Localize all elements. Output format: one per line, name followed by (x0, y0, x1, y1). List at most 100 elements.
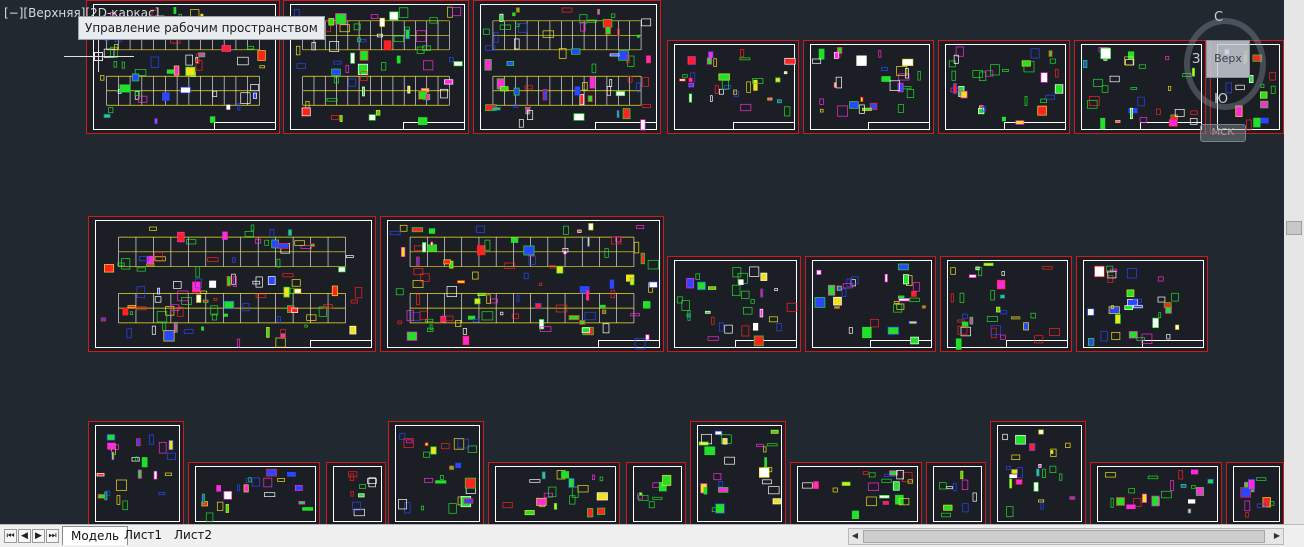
detail-mark (1157, 276, 1164, 282)
viewcube-top-face[interactable]: Верх (1206, 40, 1250, 78)
detail-mark (151, 325, 156, 335)
detail-mark (455, 462, 462, 468)
viewcube[interactable]: С Ю З Верх МСК (1180, 10, 1266, 142)
detail-mark (1100, 117, 1106, 130)
detail-mark (455, 320, 462, 327)
next-icon[interactable]: ▶ (32, 529, 45, 543)
detail-mark (1049, 465, 1057, 473)
detail-mark (524, 85, 533, 90)
scroll-left-icon[interactable]: ◀ (849, 529, 861, 542)
detail-mark (827, 284, 836, 296)
detail-mark (1029, 443, 1036, 452)
sheet-content (398, 433, 478, 514)
detail-mark (502, 502, 513, 509)
detail-mark (150, 56, 160, 68)
detail-mark (166, 452, 176, 460)
detail-mark (201, 326, 204, 331)
detail-mark (962, 503, 969, 513)
drawing-sheet (626, 462, 686, 524)
detail-mark (276, 258, 281, 268)
detail-mark (741, 290, 750, 299)
detail-mark (146, 255, 154, 264)
detail-mark (722, 438, 728, 445)
detail-mark (380, 62, 387, 71)
detail-mark (645, 334, 650, 341)
vertical-scrollbar[interactable] (1284, 0, 1304, 524)
detail-mark (990, 327, 997, 339)
detail-mark (563, 250, 567, 255)
detail-mark (946, 486, 953, 490)
detail-mark (291, 279, 301, 287)
tab-sheet2[interactable]: Лист2 (166, 526, 220, 544)
detail-mark (1023, 322, 1029, 331)
tab-sheet1[interactable]: Лист1 (116, 526, 170, 544)
detail-mark (177, 290, 189, 302)
detail-mark (294, 288, 302, 294)
detail-mark (1187, 499, 1196, 504)
horizontal-scroll-thumb[interactable] (863, 530, 1265, 543)
detail-mark (255, 276, 263, 288)
detail-mark (116, 495, 121, 505)
detail-mark (368, 114, 376, 121)
compass-west[interactable]: З (1192, 52, 1200, 67)
detail-mark (266, 327, 270, 338)
detail-mark (814, 297, 826, 308)
detail-mark (1130, 87, 1138, 90)
detail-mark (750, 299, 755, 304)
detail-mark (640, 119, 646, 131)
detail-mark (587, 95, 593, 103)
detail-mark (879, 495, 890, 499)
detail-mark (742, 307, 753, 315)
detail-mark (713, 473, 722, 481)
detail-mark (902, 58, 914, 66)
compass-north[interactable]: С (1214, 10, 1223, 25)
vertical-scroll-thumb[interactable] (1286, 221, 1302, 235)
detail-mark (1166, 333, 1171, 340)
drawing-sheet (790, 462, 922, 524)
detail-mark (162, 92, 170, 101)
first-icon[interactable]: ⏮ (4, 529, 17, 543)
detail-mark (1142, 493, 1147, 503)
detail-mark (153, 470, 158, 480)
prev-icon[interactable]: ◀ (18, 529, 31, 543)
detail-mark (259, 65, 265, 69)
detail-mark (749, 266, 760, 277)
detail-mark (599, 476, 604, 482)
drawing-canvas[interactable]: [−][Верхняя][2D-каркас] Управление рабоч… (0, 0, 1304, 524)
detail-mark (639, 492, 643, 496)
detail-mark (453, 438, 465, 450)
detail-mark (157, 287, 161, 295)
detail-mark (122, 500, 128, 511)
detail-mark (244, 230, 254, 237)
detail-mark (226, 104, 231, 110)
cursor-pickbox (94, 52, 103, 61)
last-icon[interactable]: ⏭ (46, 529, 59, 543)
drawing-sheet (805, 256, 936, 352)
detail-mark (1038, 429, 1044, 435)
detail-mark (448, 57, 454, 63)
detail-mark (851, 276, 859, 285)
compass-south[interactable]: Ю (1214, 92, 1228, 107)
detail-mark (688, 93, 693, 103)
detail-mark (207, 257, 219, 262)
detail-mark (163, 330, 175, 342)
detail-mark (647, 259, 659, 270)
detail-mark (223, 491, 233, 500)
detail-mark (953, 483, 957, 492)
detail-mark (196, 294, 202, 303)
scroll-right-icon[interactable]: ▶ (1271, 529, 1283, 542)
detail-mark (837, 105, 848, 117)
detail-mark (604, 248, 609, 258)
detail-mark (339, 24, 350, 33)
detail-mark (724, 456, 735, 465)
detail-mark (816, 269, 822, 275)
sheet-content (389, 223, 659, 350)
detail-mark (1040, 499, 1044, 510)
detail-mark (1033, 482, 1039, 492)
horizontal-scrollbar[interactable]: ◀ ▶ (848, 528, 1284, 545)
wcs-menu[interactable]: МСК (1200, 124, 1246, 142)
detail-mark (960, 470, 964, 480)
detail-mark (972, 69, 983, 78)
detail-mark (1133, 304, 1143, 309)
detail-mark (1015, 479, 1023, 485)
